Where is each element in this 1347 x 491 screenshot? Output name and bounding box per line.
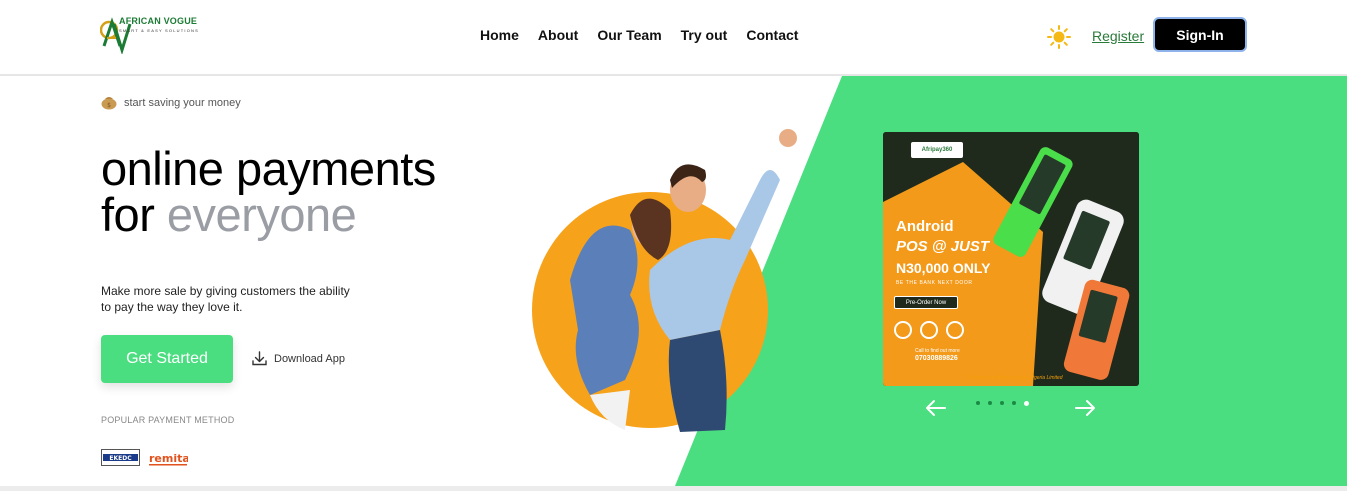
promo-line-1: Android bbox=[896, 218, 954, 235]
promo-line-4: BE THE BANK NEXT DOOR bbox=[896, 280, 973, 286]
nav-item-try-out[interactable]: Try out bbox=[681, 27, 728, 43]
brand-tagline: SMART & EASY SOLUTIONS bbox=[119, 28, 199, 33]
remita-logo: remita bbox=[149, 452, 188, 466]
hero-bottom-divider bbox=[0, 486, 1347, 491]
get-started-button[interactable]: Get Started bbox=[101, 335, 233, 383]
hero-tagline: start saving your money bbox=[124, 97, 241, 109]
carousel-dots bbox=[976, 401, 1029, 406]
nav-item-our-team[interactable]: Our Team bbox=[597, 27, 661, 43]
promo-line-3: N30,000 ONLY bbox=[896, 260, 991, 276]
carousel-dot-active[interactable] bbox=[1024, 401, 1029, 406]
popular-payment-label: POPULAR PAYMENT METHOD bbox=[101, 415, 235, 425]
carousel-dot[interactable] bbox=[1012, 401, 1016, 405]
carousel-dot[interactable] bbox=[988, 401, 992, 405]
carousel-dot[interactable] bbox=[1000, 401, 1004, 405]
headline-line-2-accent: everyone bbox=[166, 188, 357, 241]
nav-item-home[interactable]: Home bbox=[480, 27, 519, 43]
promo-call-label: Call to find out more bbox=[915, 348, 960, 354]
svg-text:$: $ bbox=[107, 102, 111, 109]
promo-phone: 07030889826 bbox=[915, 355, 958, 362]
happy-couple-image bbox=[532, 129, 797, 432]
nav-item-about[interactable]: About bbox=[538, 27, 578, 43]
register-link[interactable]: Register bbox=[1092, 28, 1144, 44]
download-app-link[interactable]: Download App bbox=[251, 350, 345, 367]
promo-banner[interactable]: Afripay360 Android POS @ JUST N30,000 ON… bbox=[883, 132, 1139, 386]
promo-brand: Afripay360 bbox=[911, 142, 963, 158]
ekedc-logo: EKEDC bbox=[101, 449, 140, 466]
sign-in-button[interactable]: Sign-In bbox=[1153, 17, 1247, 52]
download-icon bbox=[252, 351, 267, 366]
site-header: AFRICAN VOGUE SMART & EASY SOLUTIONS Hom… bbox=[0, 0, 1347, 76]
hero-description: Make more sale by giving customers the a… bbox=[101, 284, 350, 314]
ekedc-logo-text: EKEDC bbox=[109, 455, 132, 462]
nav-item-contact[interactable]: Contact bbox=[746, 27, 798, 43]
hero-headline: online payments for everyone bbox=[101, 142, 436, 241]
promo-footer: Powered by African Vogue Nigeria Limited bbox=[969, 375, 1063, 381]
remita-logo-text: remita bbox=[149, 452, 188, 465]
arrow-left-icon[interactable] bbox=[925, 398, 947, 418]
arrow-right-icon[interactable] bbox=[1074, 398, 1096, 418]
headline-line-1: online payments bbox=[101, 142, 436, 195]
main-nav: Home About Our Team Try out Contact bbox=[480, 27, 817, 43]
money-bag-icon: $ bbox=[101, 97, 117, 110]
sun-icon[interactable] bbox=[1047, 25, 1071, 49]
carousel-dot[interactable] bbox=[976, 401, 980, 405]
promo-preorder-button[interactable]: Pre-Order Now bbox=[894, 296, 958, 309]
brand-name: AFRICAN VOGUE bbox=[119, 16, 198, 26]
headline-line-2-prefix: for bbox=[101, 188, 167, 241]
promo-line-2: POS @ JUST bbox=[896, 238, 989, 255]
download-app-label: Download App bbox=[274, 352, 345, 365]
